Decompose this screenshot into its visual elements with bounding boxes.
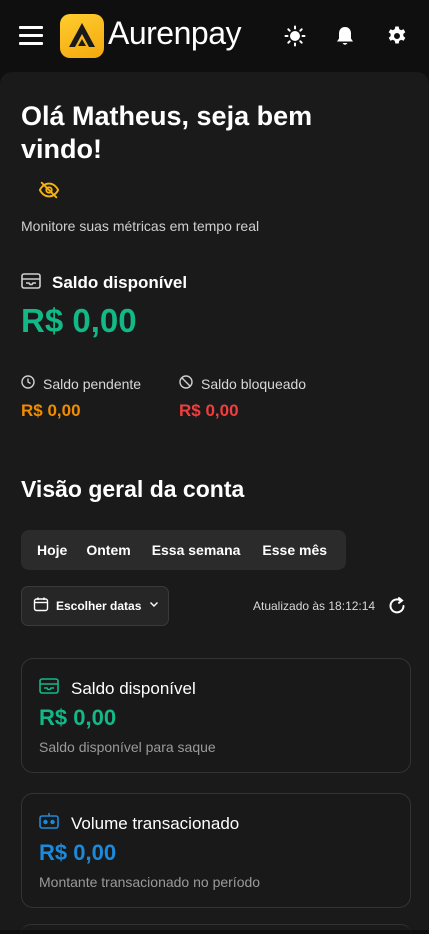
- refresh-icon[interactable]: [387, 596, 407, 616]
- transaction-volume-card: Volume transacionado R$ 0,00 Montante tr…: [21, 793, 411, 908]
- tab-hoje[interactable]: Hoje: [37, 542, 67, 558]
- blocked-label: Saldo bloqueado: [201, 375, 307, 392]
- tab-essa-semana[interactable]: Essa semana: [152, 542, 241, 558]
- choose-dates-label: Escolher datas: [56, 599, 142, 613]
- overview-title: Visão geral da conta: [21, 476, 245, 502]
- tab-esse-mes[interactable]: Esse mês: [262, 542, 327, 558]
- calendar-icon: [33, 596, 49, 617]
- pending-balance: Saldo pendente: [21, 375, 141, 392]
- card-title: Volume transacionado: [71, 813, 240, 833]
- wallet-icon: [39, 677, 59, 700]
- menu-icon[interactable]: [19, 26, 43, 46]
- bell-icon[interactable]: [333, 24, 357, 48]
- blocked-icon: [179, 375, 193, 392]
- clock-icon: [21, 375, 35, 392]
- pending-label: Saldo pendente: [43, 375, 142, 392]
- greeting-subtitle: Monitore suas métricas em tempo real: [21, 218, 260, 234]
- period-tabs: Hoje Ontem Essa semana Esse mês: [21, 530, 346, 570]
- card-subtitle: Saldo disponível para saque: [39, 739, 216, 755]
- tab-ontem[interactable]: Ontem: [86, 542, 130, 558]
- blocked-balance: Saldo bloqueado: [179, 375, 306, 392]
- card-title: Saldo disponível: [71, 678, 196, 698]
- blocked-value: R$ 0,00: [179, 401, 239, 420]
- card-value: R$ 0,00: [39, 840, 117, 865]
- card-value: R$ 0,00: [39, 705, 117, 730]
- balance-value: R$ 0,00: [21, 302, 137, 339]
- card-subtitle: Montante transacionado no período: [39, 874, 261, 890]
- top-bar: Aurenpay: [0, 0, 429, 72]
- available-balance-card: Saldo disponível R$ 0,00 Saldo disponíve…: [21, 658, 411, 773]
- updated-timestamp: Atualizado às 18:12:14: [253, 599, 376, 613]
- eye-off-icon[interactable]: [38, 179, 60, 201]
- logo-icon: [60, 14, 104, 58]
- gear-icon[interactable]: [385, 24, 409, 48]
- pending-value: R$ 0,00: [21, 401, 81, 420]
- chevron-down-icon: [148, 597, 160, 615]
- transaction-icon: [39, 812, 59, 835]
- greeting-title: Olá Matheus, seja bem vindo!: [21, 101, 313, 164]
- sun-icon[interactable]: [283, 24, 307, 48]
- balance-header: Saldo disponível: [21, 272, 187, 294]
- next-card-edge: [21, 924, 411, 934]
- wallet-icon: [21, 272, 41, 295]
- balance-label: Saldo disponível: [52, 273, 188, 292]
- app-name: Aurenpay: [108, 15, 241, 51]
- choose-dates-button[interactable]: Escolher datas: [21, 586, 169, 626]
